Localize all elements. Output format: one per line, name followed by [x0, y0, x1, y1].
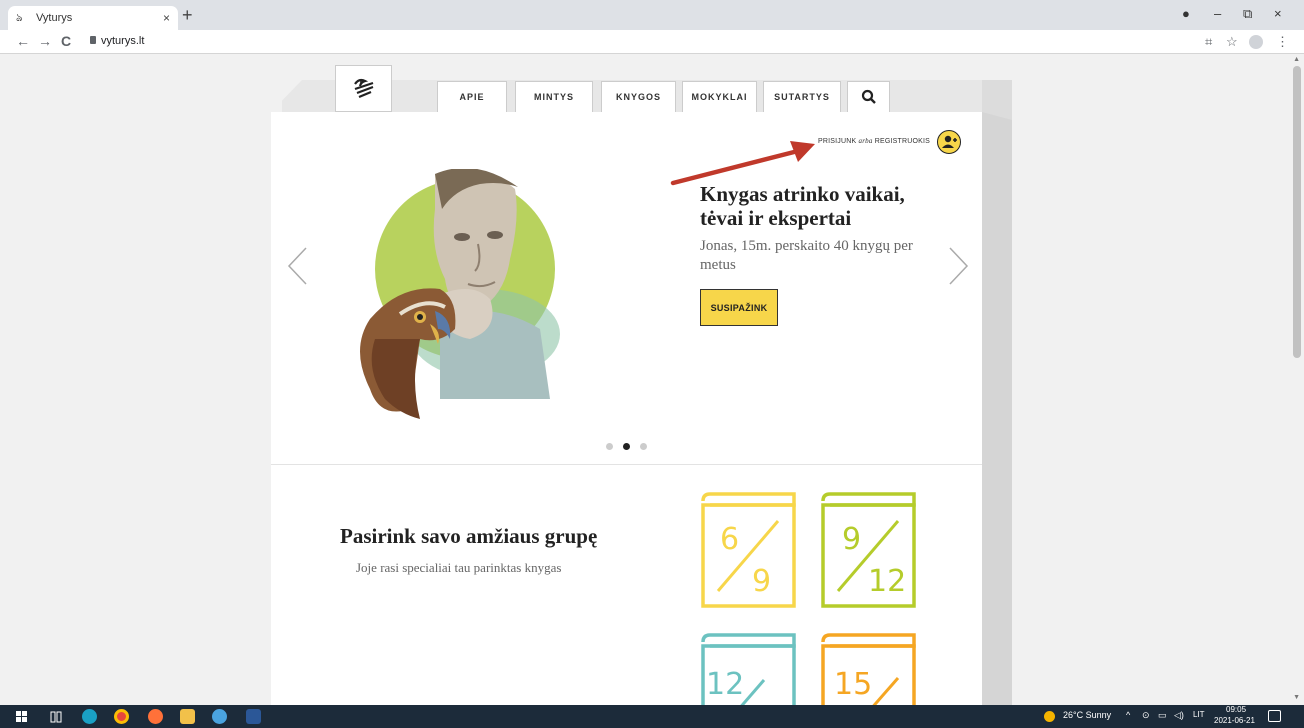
close-window-button[interactable]: ×	[1274, 6, 1282, 21]
decor-sidewall	[982, 86, 1012, 705]
book-bottom-number: 12	[868, 564, 906, 599]
file-explorer-icon[interactable]	[180, 709, 195, 724]
edge-icon[interactable]	[82, 709, 97, 724]
book-top-number: 12	[706, 667, 744, 702]
tray-volume-icon[interactable]: ◁)	[1174, 710, 1184, 721]
profile-avatar-icon[interactable]	[1249, 35, 1263, 49]
lark-logo-icon	[353, 78, 373, 98]
age-group-9-12-book[interactable]: 9 12	[820, 491, 920, 611]
reload-icon[interactable]: C	[61, 33, 71, 49]
browser-toolbar: ← → C vyturys.lt ⌗ ☆ ⋮	[0, 30, 1304, 54]
weather-sun-icon	[1044, 711, 1055, 722]
tray-network-icon[interactable]: ⊙	[1142, 710, 1150, 721]
learn-more-button[interactable]: SUSIPAŽINK	[700, 289, 778, 326]
bookmark-star-icon[interactable]: ☆	[1226, 34, 1238, 50]
search-button[interactable]	[847, 81, 890, 112]
windows-start-icon[interactable]	[16, 711, 28, 723]
new-tab-button[interactable]: +	[182, 5, 193, 26]
carousel-prev-icon[interactable]	[286, 246, 310, 286]
tab-close-icon[interactable]: ×	[163, 11, 170, 25]
hero-subtitle: Jonas, 15m. perskaito 40 knygų per metus	[700, 238, 913, 273]
carousel-next-icon[interactable]	[946, 246, 970, 286]
site-logo[interactable]	[335, 65, 392, 112]
nav-knygos[interactable]: KNYGOS	[601, 81, 676, 112]
hero-title: Knygas atrinko vaikai, tėvai ir eksperta…	[700, 182, 905, 230]
forward-icon[interactable]: →	[38, 33, 52, 49]
firefox-icon[interactable]	[148, 709, 163, 724]
site-favicon-icon: ঌ	[16, 11, 23, 24]
hero-illustration	[360, 169, 560, 419]
windows-taskbar: 26°C Sunny ^ ⊙ ▭ ◁) LIT 09:05 2021-06-21	[0, 705, 1304, 728]
clock-date[interactable]: 2021-06-21	[1214, 716, 1255, 725]
section-divider	[271, 464, 982, 465]
page-viewport: APIE MINTYS KNYGOS MOKYKLAI SUTARTYS PRI…	[0, 54, 1304, 705]
scroll-up-icon[interactable]: ▲	[1293, 56, 1300, 63]
word-icon[interactable]	[246, 709, 261, 724]
search-icon	[861, 89, 876, 104]
scroll-thumb[interactable]	[1293, 66, 1301, 358]
nav-apie[interactable]: APIE	[437, 81, 507, 112]
nav-mokyklai[interactable]: MOKYKLAI	[682, 81, 757, 112]
tab-title: Vyturys	[36, 12, 73, 24]
browser-tab[interactable]: ঌ Vyturys ×	[8, 6, 178, 30]
book-bottom-number: 9	[752, 564, 771, 599]
scroll-down-icon[interactable]: ▼	[1293, 694, 1300, 701]
book-top-number: 9	[842, 522, 861, 557]
notifications-icon[interactable]	[1268, 710, 1281, 722]
browser-tabstrip: ঌ Vyturys × + ● – ⧉ ×	[0, 0, 1304, 30]
book-top-number: 15	[834, 667, 872, 702]
page-scrollbar[interactable]: ▲ ▼	[1290, 54, 1304, 705]
login-or-text: arba	[858, 137, 873, 145]
chrome-icon[interactable]	[114, 709, 129, 724]
tray-display-icon[interactable]: ▭	[1158, 710, 1167, 721]
language-indicator[interactable]: LIT	[1193, 710, 1205, 719]
carousel-dot-2[interactable]	[623, 443, 630, 450]
add-user-icon[interactable]	[937, 130, 961, 154]
age-group-6-9-book[interactable]: 6 9	[700, 491, 800, 611]
restore-button[interactable]: ⧉	[1243, 6, 1252, 22]
nav-mintys[interactable]: MINTYS	[515, 81, 593, 112]
minimize-button[interactable]: –	[1214, 6, 1221, 21]
login-link[interactable]: PRISIJUNK	[818, 138, 856, 145]
annotation-arrow-icon	[670, 141, 815, 186]
book-top-number: 6	[720, 522, 739, 557]
weather-text[interactable]: 26°C Sunny	[1063, 710, 1111, 720]
register-link[interactable]: REGISTRUOKIS	[875, 138, 930, 145]
age-group-15-book[interactable]: 15	[820, 632, 920, 705]
carousel-dot-1[interactable]	[606, 443, 613, 450]
address-bar[interactable]: vyturys.lt	[101, 35, 144, 47]
record-icon[interactable]: ●	[1182, 6, 1190, 21]
age-section-title: Pasirink savo amžiaus grupę	[340, 524, 598, 548]
app-icon[interactable]	[212, 709, 227, 724]
carousel-dot-3[interactable]	[640, 443, 647, 450]
lock-icon[interactable]	[90, 36, 96, 44]
nav-sutartys[interactable]: SUTARTYS	[763, 81, 841, 112]
qr-code-icon[interactable]: ⌗	[1205, 34, 1212, 50]
back-icon[interactable]: ←	[16, 33, 30, 49]
clock-time[interactable]: 09:05	[1226, 705, 1246, 714]
browser-menu-icon[interactable]: ⋮	[1276, 34, 1289, 50]
age-section-subtitle: Joje rasi specialiai tau parinktas knyga…	[356, 560, 562, 575]
task-view-icon[interactable]	[50, 711, 62, 723]
age-group-12-book[interactable]: 12	[700, 632, 800, 705]
login-links: PRISIJUNK arba REGISTRUOKIS	[818, 137, 930, 145]
tray-chevron-icon[interactable]: ^	[1126, 710, 1130, 720]
